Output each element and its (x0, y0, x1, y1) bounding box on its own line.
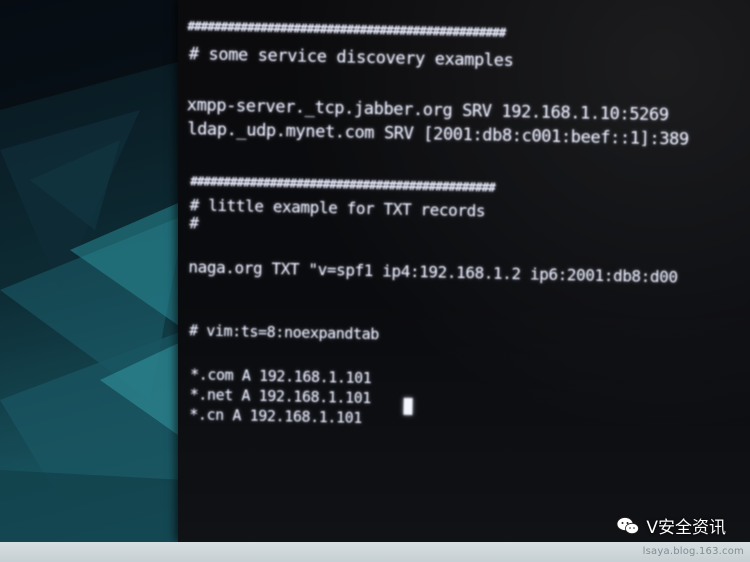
wechat-icon (616, 516, 640, 534)
comment-line: # (189, 213, 199, 233)
wechat-watermark: V安全资讯 (616, 513, 726, 538)
terminal-text-area[interactable]: ########################################… (178, 0, 750, 542)
comment-line: # little example for TXT records (189, 195, 486, 221)
a-record-line: *.net A 192.168.1.101 (189, 385, 372, 408)
terminal-window[interactable]: ########################################… (178, 0, 750, 542)
comment-rule-top: ########################################… (187, 18, 506, 40)
comment-line: # some service discovery examples (188, 44, 514, 72)
monitor-bezel (0, 542, 750, 562)
blog-url: lsaya.blog.163.com (642, 546, 744, 557)
text-cursor (403, 397, 413, 415)
a-record-line: *.cn A 192.168.1.101 (189, 405, 363, 427)
comment-rule: ########################################… (190, 173, 496, 195)
a-record-line: *.com A 192.168.1.101 (189, 365, 372, 388)
txt-record-line: naga.org TXT "v=spf1 ip4:192.168.1.2 ip6… (188, 257, 678, 287)
watermark-label: V安全资讯 (646, 518, 726, 538)
photo-of-screen: ########################################… (0, 0, 750, 562)
vim-modeline: # vim:ts=8:noexpandtab (188, 321, 380, 344)
